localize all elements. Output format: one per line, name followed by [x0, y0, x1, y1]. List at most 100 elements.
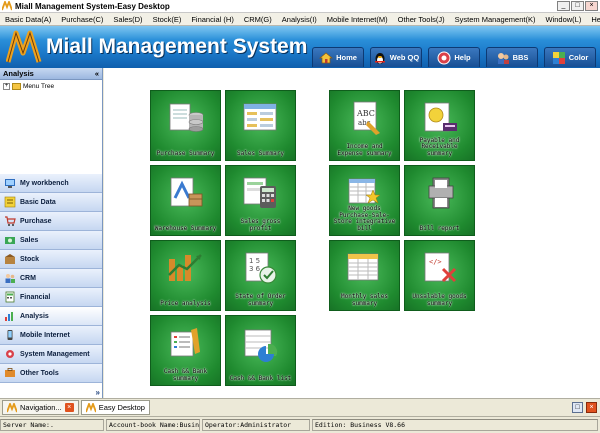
svg-text:</>: </>	[429, 258, 442, 266]
sidebar-item-label: Purchase	[20, 217, 52, 225]
sidebar-item-sales[interactable]: Sales	[0, 231, 102, 250]
banner: Miall Management System Home Web QQ Help…	[0, 26, 600, 68]
tile-sales-summary[interactable]: Sales Summary	[225, 90, 296, 161]
tile-label: Unsalable goods summary	[412, 293, 467, 307]
purchase-icon	[5, 216, 16, 226]
sidebar-item-purchase[interactable]: Purchase	[0, 212, 102, 231]
task-navigation[interactable]: Navigation... ×	[2, 400, 79, 415]
menu-analysis[interactable]: Analysis(I)	[277, 15, 322, 24]
status-edition: Edition: Business V8.66	[312, 419, 598, 431]
tree-expand-icon[interactable]: +	[3, 83, 10, 90]
sidebar-item-label: System Management	[20, 350, 90, 358]
home-icon	[319, 52, 334, 63]
menu-crm[interactable]: CRM(G)	[239, 15, 277, 24]
menu-help[interactable]: Help(M)	[586, 15, 600, 24]
tile-sales-gross-profit[interactable]: Sales gross profit	[225, 165, 296, 236]
minimize-button[interactable]: _	[557, 1, 570, 11]
stock-icon	[5, 254, 15, 264]
nav-webqq-label: Web QQ	[389, 53, 420, 62]
menu-basic-data[interactable]: Basic Data(A)	[0, 15, 56, 24]
cash-bank-list-icon	[244, 329, 278, 362]
warehouse-summary-icon	[170, 177, 203, 207]
tile-price-analysis[interactable]: Price analysis	[150, 240, 221, 311]
sidebar-item-other-tools[interactable]: Other Tools	[0, 364, 102, 383]
tile-warehouse-summary[interactable]: Warehouse Summary	[150, 165, 221, 236]
tile-label: Monthly sales summary	[341, 293, 388, 307]
maximize-button[interactable]: □	[571, 1, 584, 11]
folder-icon	[12, 83, 21, 90]
menu-sales[interactable]: Sales(D)	[108, 15, 147, 24]
tile-monthly-sales-summary[interactable]: Monthly sales summary	[329, 240, 400, 311]
tile-order-state-summary[interactable]: 1 5 3 6 State of Order summary	[225, 240, 296, 311]
nav-webqq-button[interactable]: Web QQ	[370, 47, 422, 67]
tile-unsalable-goods-summary[interactable]: </> Unsalable goods summary	[404, 240, 475, 311]
task-easy-desktop[interactable]: Easy Desktop	[80, 400, 150, 415]
nav-help-label: Help	[454, 53, 471, 62]
restore-window-button[interactable]: □	[572, 402, 583, 413]
menu-stock[interactable]: Stock(E)	[148, 15, 187, 24]
window-taskbar: Navigation... × Easy Desktop □ ×	[0, 398, 600, 416]
tile-integrative-bill[interactable]: New goods Purchase-Sale-Store integrativ…	[329, 165, 400, 236]
menu-purchase[interactable]: Purchase(C)	[56, 15, 108, 24]
tile-label: Purchase Summary	[156, 149, 215, 157]
tile-label: Income and Expense summary	[337, 143, 392, 157]
sidebar-more-button[interactable]: »	[96, 388, 100, 397]
brand-logo-icon	[6, 30, 42, 63]
sidebar-item-financial[interactable]: Financial	[0, 288, 102, 307]
nav-bbs-button[interactable]: BBS	[486, 47, 538, 67]
sidebar-item-label: Other Tools	[20, 369, 59, 377]
sidebar-item-label: Financial	[20, 293, 51, 301]
tile-payable-receivable-summary[interactable]: Payable and Receivable summary	[404, 90, 475, 161]
sidebar-item-label: Sales	[20, 236, 39, 244]
nav-bbs-label: BBS	[512, 53, 529, 62]
task-label: Easy Desktop	[98, 403, 145, 412]
sidebar-item-analysis[interactable]: Analysis	[0, 307, 102, 326]
menu-financial[interactable]: Financial (H)	[186, 15, 239, 24]
nav-color-label: Color	[568, 53, 589, 62]
nav-home-button[interactable]: Home	[312, 47, 364, 67]
sidebar-item-label: CRM	[20, 274, 36, 282]
menu-window[interactable]: Window(L)	[540, 15, 586, 24]
tile-cash-bank-summary[interactable]: Cash && Bank summary	[150, 315, 221, 386]
tile-bill-report[interactable]: Bill report	[404, 165, 475, 236]
nav-home-label: Home	[336, 53, 357, 62]
sidebar-item-stock[interactable]: Stock	[0, 250, 102, 269]
desktop-logo-icon	[85, 402, 96, 412]
sidebar-item-system-management[interactable]: System Management	[0, 345, 102, 364]
analysis-icon	[5, 312, 13, 321]
nav-color-button[interactable]: Color	[544, 47, 596, 67]
sidebar-item-crm[interactable]: CRM	[0, 269, 102, 288]
color-palette-icon	[552, 51, 565, 64]
sales-gross-profit-icon	[243, 177, 276, 208]
sidebar-item-my-workbench[interactable]: My workbench	[0, 174, 102, 193]
tile-label: New goods Purchase-Sale-Store integrativ…	[333, 205, 396, 232]
financial-icon	[5, 291, 15, 303]
close-window-button[interactable]: ×	[586, 402, 597, 413]
order-state-icon: 1 5 3 6	[245, 252, 277, 284]
sidebar-item-label: Basic Data	[20, 198, 56, 206]
qq-penguin-icon	[374, 52, 385, 64]
tile-income-expense-summary[interactable]: ABC abc Income and Expense summary	[329, 90, 400, 161]
menu-other-tools[interactable]: Other Tools(J)	[393, 15, 450, 24]
cash-bank-summary-icon	[170, 328, 200, 357]
system-management-icon	[6, 350, 14, 358]
sidebar-collapse-button[interactable]: «	[95, 69, 99, 78]
nav-help-button[interactable]: Help	[428, 47, 480, 67]
close-tab-icon[interactable]: ×	[64, 403, 74, 412]
tile-purchase-summary[interactable]: Purchase Summary	[150, 90, 221, 161]
payable-receivable-icon	[424, 102, 457, 132]
monthly-sales-icon	[347, 253, 379, 281]
status-account-book: Account-book Name:Business(Defaul	[106, 419, 200, 431]
menu-mobile-internet[interactable]: Mobile Internet(M)	[322, 15, 393, 24]
bbs-icon	[497, 52, 509, 64]
menu-system-management[interactable]: System Management(K)	[450, 15, 541, 24]
sidebar-item-label: Mobile Internet	[20, 331, 70, 339]
tree-node-menu-tree[interactable]: + Menu Tree	[3, 83, 99, 90]
sidebar-item-mobile-internet[interactable]: Mobile Internet	[0, 326, 102, 345]
tile-label: State of Order summary	[235, 293, 286, 307]
close-button[interactable]: ×	[585, 1, 598, 11]
sidebar-title: Analysis	[3, 69, 34, 78]
sidebar-item-basic-data[interactable]: Basic Data	[0, 193, 102, 212]
tile-cash-bank-list[interactable]: Cash && Bank list	[225, 315, 296, 386]
sidebar-module-list: My workbench Basic Data Purchase Sales S…	[0, 174, 102, 383]
